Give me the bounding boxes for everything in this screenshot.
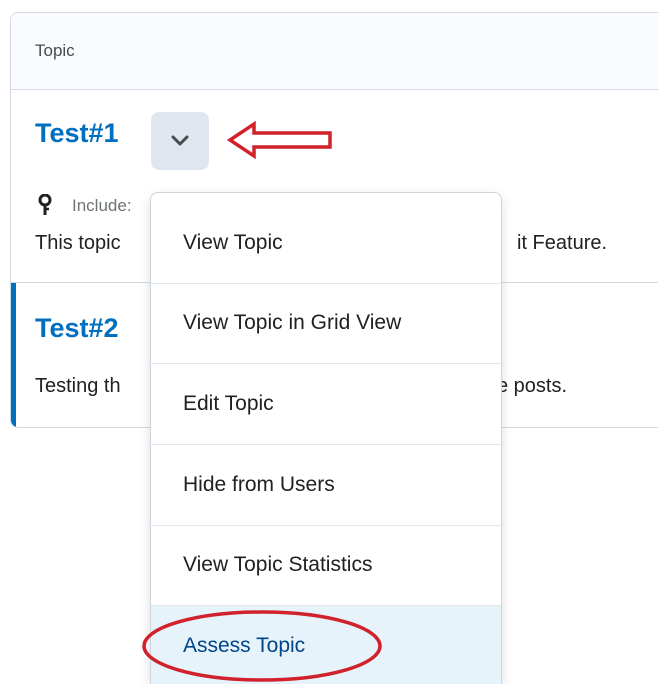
menu-item-label: View Topic bbox=[183, 231, 283, 254]
discussion-topics-view: Topic Test#1 Include: This topic it Feat… bbox=[0, 0, 658, 684]
selected-row-accent bbox=[11, 283, 16, 427]
menu-item-label: Edit Topic bbox=[183, 392, 274, 415]
menu-item-view-topic-statistics[interactable]: View Topic Statistics bbox=[151, 525, 501, 606]
topic-meta-text: Include: bbox=[72, 196, 132, 215]
chevron-down-icon bbox=[171, 135, 189, 146]
topic-context-menu-button[interactable] bbox=[151, 112, 209, 170]
ellipse-highlight bbox=[142, 610, 382, 682]
menu-item-label: View Topic Statistics bbox=[183, 553, 373, 576]
menu-item-label: View Topic in Grid View bbox=[183, 311, 402, 334]
menu-item-hide-from-users[interactable]: Hide from Users bbox=[151, 445, 501, 526]
menu-item-view-topic[interactable]: View Topic bbox=[151, 203, 501, 284]
left-arrow-icon bbox=[226, 120, 332, 160]
topic-description: This topic bbox=[35, 232, 121, 254]
topic-title-link[interactable]: Test#2 bbox=[35, 313, 119, 344]
topic-description-tail: it Feature. bbox=[517, 232, 608, 254]
menu-item-edit-topic[interactable]: Edit Topic bbox=[151, 364, 501, 445]
topic-title-link[interactable]: Test#1 bbox=[35, 118, 119, 149]
topic-description: Testing th bbox=[35, 375, 121, 397]
column-header-topic: Topic bbox=[35, 41, 75, 60]
topic-description-tail: e posts. bbox=[497, 375, 568, 397]
menu-item-view-topic-grid[interactable]: View Topic in Grid View bbox=[151, 283, 501, 364]
key-icon bbox=[38, 194, 52, 215]
table-header: Topic bbox=[11, 13, 658, 90]
menu-item-label: Hide from Users bbox=[183, 473, 335, 496]
